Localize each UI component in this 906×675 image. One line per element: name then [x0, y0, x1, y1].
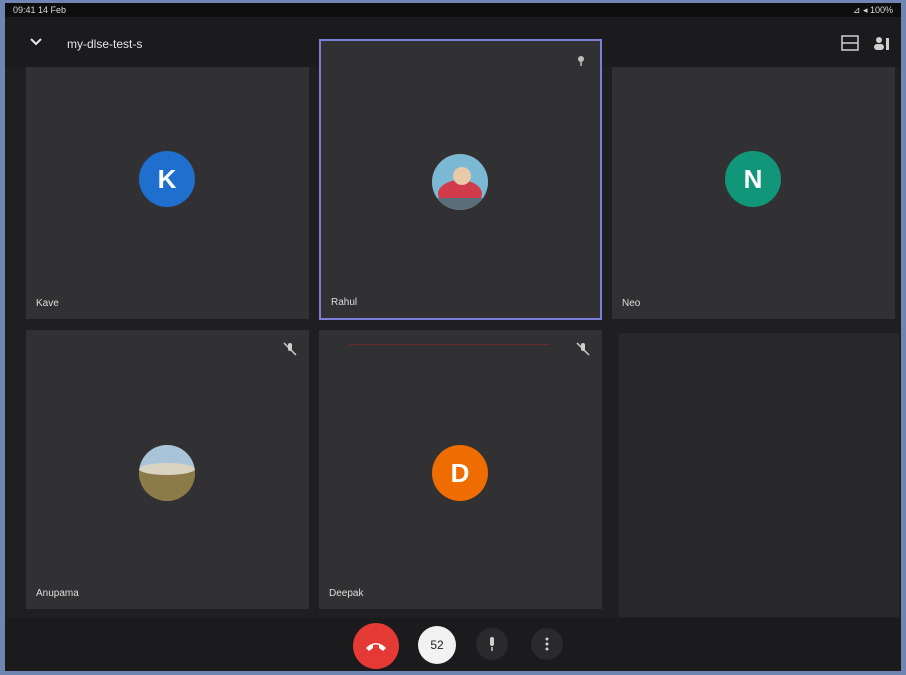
more-options-button[interactable]: [531, 628, 563, 660]
participant-tile-1[interactable]: K Kave: [26, 67, 309, 319]
call-controls: 52: [5, 618, 901, 671]
participant-name: Neo: [622, 298, 641, 309]
call-end-icon: [366, 643, 386, 651]
participant-tile-2[interactable]: Rahul: [319, 39, 602, 320]
mic-icon: [490, 637, 494, 651]
avatar: N: [725, 151, 781, 207]
reaction-count: 52: [430, 638, 444, 652]
more-vert-icon: [545, 637, 549, 651]
avatar: K: [139, 151, 195, 207]
app-window: 09:41 14 Feb ⊿ ◂ 100% my-dlse-test-s K K…: [5, 3, 901, 671]
layout-icon[interactable]: [841, 35, 859, 56]
status-indicators: ⊿ ◂ 100%: [852, 5, 893, 15]
reactions-button[interactable]: 52: [418, 626, 456, 664]
avatar-photo: [432, 154, 488, 210]
mic-off-icon: [283, 342, 297, 356]
mic-off-icon: [576, 342, 590, 356]
avatar: [139, 445, 195, 501]
pin-icon[interactable]: [574, 53, 588, 67]
avatar-photo: [139, 445, 195, 501]
avatar-initial: D: [450, 457, 470, 488]
status-bar: 09:41 14 Feb ⊿ ◂ 100%: [5, 3, 901, 17]
participant-tile-4[interactable]: Anupama: [26, 330, 309, 609]
people-icon[interactable]: [873, 35, 891, 56]
status-time: 09:41 14 Feb: [13, 5, 67, 15]
participant-name: Kave: [36, 298, 59, 309]
speaking-indicator: [349, 344, 549, 345]
avatar-initial: N: [743, 163, 763, 194]
avatar: D: [432, 445, 488, 501]
empty-grid-area: [619, 333, 899, 617]
chevron-down-icon[interactable]: [29, 35, 43, 49]
participant-name: Deepak: [329, 588, 364, 599]
participant-name: Anupama: [36, 588, 79, 599]
avatar-initial: K: [157, 163, 177, 194]
meeting-title[interactable]: my-dlse-test-s: [67, 37, 142, 51]
participant-tile-5[interactable]: D Deepak: [319, 330, 602, 609]
end-call-button[interactable]: [353, 623, 399, 669]
avatar: [432, 154, 488, 210]
participant-name: Rahul: [331, 297, 358, 308]
mic-button[interactable]: [476, 628, 508, 660]
participant-tile-3[interactable]: N Neo: [612, 67, 895, 319]
